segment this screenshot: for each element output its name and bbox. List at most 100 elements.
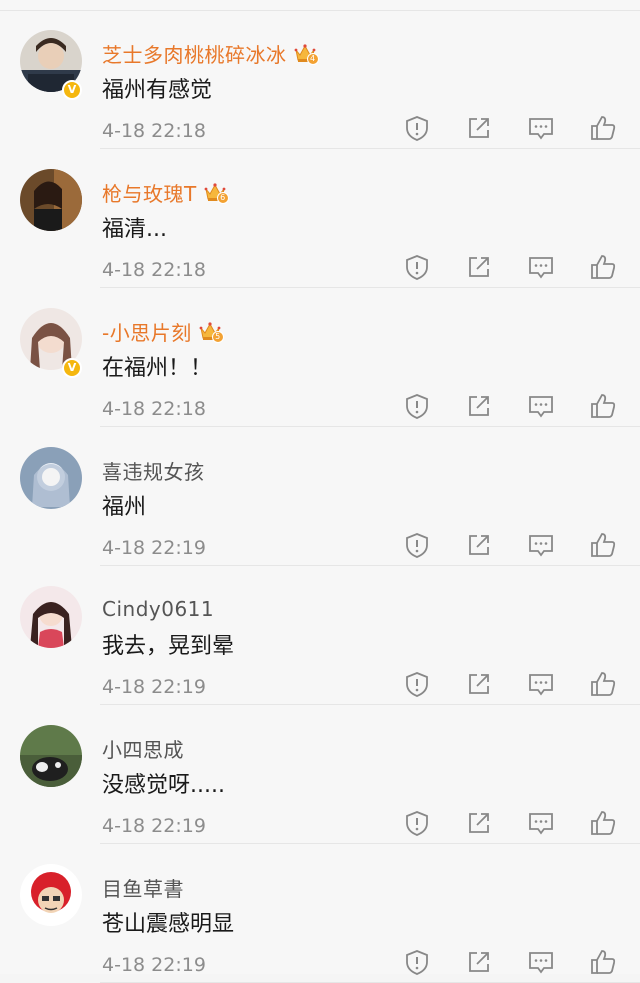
comment-actions — [402, 669, 630, 701]
vip-crown-icon: 5 — [198, 320, 224, 343]
timestamp: 4-18 22:19 — [102, 815, 206, 837]
like-button[interactable] — [588, 252, 618, 282]
like-icon — [588, 947, 618, 977]
comment-text: 我去，晃到晕 — [102, 634, 235, 659]
username[interactable]: 目鱼草書 — [102, 873, 184, 902]
reply-button[interactable] — [526, 113, 556, 143]
report-button[interactable] — [402, 530, 432, 560]
report-button[interactable] — [402, 113, 432, 143]
username[interactable]: 枪与玫瑰T — [102, 178, 197, 207]
like-button[interactable] — [588, 947, 618, 977]
share-icon — [464, 252, 494, 282]
reply-button[interactable] — [526, 947, 556, 977]
vip-crown-icon: 6 — [203, 181, 229, 204]
comment-item: V 芝士多肉桃桃碎冰冰 4 福州有感觉 4-18 22:18 — [0, 10, 640, 149]
report-button[interactable] — [402, 808, 432, 838]
comment-item: Cindy0611 我去，晃到晕 4-18 22:19 — [0, 566, 640, 705]
reply-button[interactable] — [526, 252, 556, 282]
report-button[interactable] — [402, 669, 432, 699]
username[interactable]: -小思片刻 — [102, 317, 192, 346]
username-row: 芝士多肉桃桃碎冰冰 4 — [102, 38, 319, 68]
timestamp: 4-18 22:18 — [102, 120, 206, 142]
comment-feed: V 芝士多肉桃桃碎冰冰 4 福州有感觉 4-18 22:18 枪与玫瑰T 6 福… — [0, 0, 640, 983]
avatar[interactable] — [20, 725, 82, 787]
share-icon — [464, 391, 494, 421]
like-icon — [588, 808, 618, 838]
like-icon — [588, 669, 618, 699]
username[interactable]: 喜违规女孩 — [102, 456, 205, 485]
report-icon — [402, 808, 432, 838]
username[interactable]: 芝士多肉桃桃碎冰冰 — [102, 39, 287, 68]
vip-level: 5 — [211, 331, 224, 343]
share-button[interactable] — [464, 113, 494, 143]
comment-actions — [402, 808, 630, 840]
avatar[interactable] — [20, 169, 82, 231]
share-button[interactable] — [464, 947, 494, 977]
share-button[interactable] — [464, 530, 494, 560]
reply-icon — [526, 808, 556, 838]
comment-text: 在福州！！ — [102, 356, 213, 381]
avatar[interactable] — [20, 864, 82, 926]
share-icon — [464, 808, 494, 838]
comment-item: 小四思成 没感觉呀..... 4-18 22:19 — [0, 705, 640, 844]
username-row: 喜违规女孩 — [102, 455, 205, 485]
verified-badge-icon: V — [62, 358, 82, 378]
timestamp: 4-18 22:19 — [102, 676, 206, 698]
comment-actions — [402, 252, 630, 284]
reply-button[interactable] — [526, 808, 556, 838]
report-icon — [402, 530, 432, 560]
comment-item: 目鱼草書 苍山震感明显 4-18 22:19 — [0, 844, 640, 983]
comment-text: 福州 — [102, 495, 147, 520]
comment-actions — [402, 530, 630, 562]
report-icon — [402, 947, 432, 977]
share-icon — [464, 530, 494, 560]
timestamp: 4-18 22:19 — [102, 954, 206, 976]
comment-actions — [402, 947, 630, 979]
comment-item: 枪与玫瑰T 6 福清... 4-18 22:18 — [0, 149, 640, 288]
username[interactable]: 小四思成 — [102, 734, 184, 763]
reply-icon — [526, 947, 556, 977]
like-button[interactable] — [588, 391, 618, 421]
share-button[interactable] — [464, 252, 494, 282]
comment-text: 福州有感觉 — [102, 78, 213, 103]
avatar[interactable] — [20, 447, 82, 509]
username-row: Cindy0611 — [102, 594, 214, 624]
timestamp: 4-18 22:18 — [102, 398, 206, 420]
report-button[interactable] — [402, 947, 432, 977]
report-button[interactable] — [402, 252, 432, 282]
report-icon — [402, 113, 432, 143]
like-button[interactable] — [588, 808, 618, 838]
verified-badge-icon: V — [62, 80, 82, 100]
reply-icon — [526, 391, 556, 421]
username[interactable]: Cindy0611 — [102, 597, 214, 621]
like-button[interactable] — [588, 113, 618, 143]
comment-text: 苍山震感明显 — [102, 912, 235, 937]
share-button[interactable] — [464, 391, 494, 421]
like-icon — [588, 530, 618, 560]
reply-icon — [526, 252, 556, 282]
like-button[interactable] — [588, 669, 618, 699]
avatar[interactable] — [20, 586, 82, 648]
reply-icon — [526, 113, 556, 143]
comment-actions — [402, 113, 630, 145]
like-icon — [588, 391, 618, 421]
report-icon — [402, 669, 432, 699]
comment-text: 福清... — [102, 217, 167, 242]
reply-button[interactable] — [526, 530, 556, 560]
reply-button[interactable] — [526, 391, 556, 421]
username-row: 目鱼草書 — [102, 872, 184, 902]
reply-button[interactable] — [526, 669, 556, 699]
report-icon — [402, 391, 432, 421]
share-icon — [464, 669, 494, 699]
report-button[interactable] — [402, 391, 432, 421]
timestamp: 4-18 22:19 — [102, 537, 206, 559]
comment-text: 没感觉呀..... — [102, 773, 225, 798]
vip-crown-icon: 4 — [293, 42, 319, 65]
like-button[interactable] — [588, 530, 618, 560]
username-row: 小四思成 — [102, 733, 184, 763]
username-row: 枪与玫瑰T 6 — [102, 177, 229, 207]
comment-item: V -小思片刻 5 在福州！！ 4-18 22:18 — [0, 288, 640, 427]
share-button[interactable] — [464, 669, 494, 699]
username-row: -小思片刻 5 — [102, 316, 224, 346]
share-button[interactable] — [464, 808, 494, 838]
